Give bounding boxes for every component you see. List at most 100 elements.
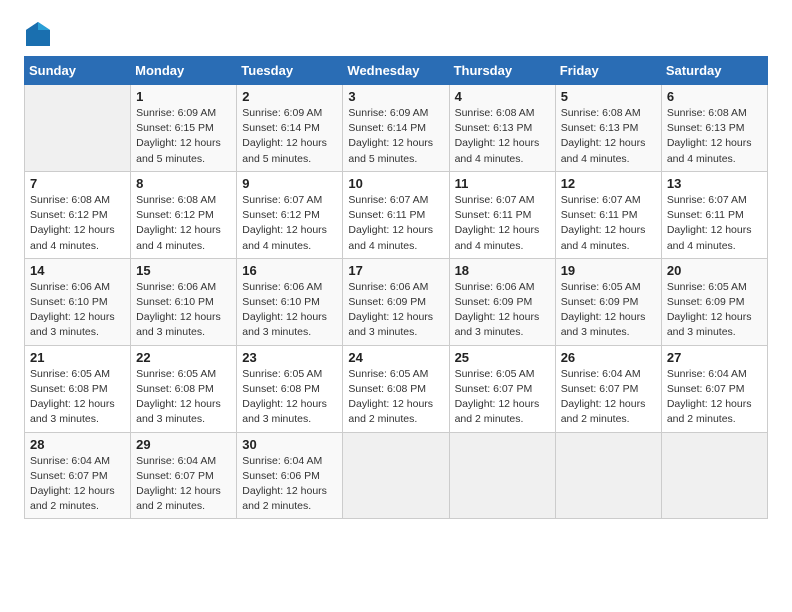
daylight-text: Daylight: 12 hours and 4 minutes. [30, 223, 125, 253]
day-number: 7 [30, 176, 125, 191]
sunrise-text: Sunrise: 6:04 AM [136, 454, 231, 469]
sunset-text: Sunset: 6:09 PM [455, 295, 550, 310]
header-row: SundayMondayTuesdayWednesdayThursdayFrid… [25, 57, 768, 85]
daylight-text: Daylight: 12 hours and 4 minutes. [136, 223, 231, 253]
day-number: 27 [667, 350, 762, 365]
sunrise-text: Sunrise: 6:09 AM [136, 106, 231, 121]
sunrise-text: Sunrise: 6:05 AM [455, 367, 550, 382]
sunrise-text: Sunrise: 6:04 AM [30, 454, 125, 469]
sunset-text: Sunset: 6:12 PM [242, 208, 337, 223]
page-header [24, 20, 768, 48]
sunset-text: Sunset: 6:08 PM [30, 382, 125, 397]
sunset-text: Sunset: 6:09 PM [561, 295, 656, 310]
sunrise-text: Sunrise: 6:04 AM [242, 454, 337, 469]
calendar-cell: 23Sunrise: 6:05 AMSunset: 6:08 PMDayligh… [237, 345, 343, 432]
daylight-text: Daylight: 12 hours and 3 minutes. [667, 310, 762, 340]
day-detail: Sunrise: 6:05 AMSunset: 6:09 PMDaylight:… [667, 280, 762, 341]
sunset-text: Sunset: 6:11 PM [561, 208, 656, 223]
sunrise-text: Sunrise: 6:04 AM [561, 367, 656, 382]
calendar-cell: 30Sunrise: 6:04 AMSunset: 6:06 PMDayligh… [237, 432, 343, 519]
calendar-cell: 28Sunrise: 6:04 AMSunset: 6:07 PMDayligh… [25, 432, 131, 519]
daylight-text: Daylight: 12 hours and 3 minutes. [136, 397, 231, 427]
day-detail: Sunrise: 6:06 AMSunset: 6:10 PMDaylight:… [136, 280, 231, 341]
calendar-cell: 17Sunrise: 6:06 AMSunset: 6:09 PMDayligh… [343, 258, 449, 345]
calendar-cell: 22Sunrise: 6:05 AMSunset: 6:08 PMDayligh… [131, 345, 237, 432]
sunrise-text: Sunrise: 6:09 AM [242, 106, 337, 121]
calendar-cell: 29Sunrise: 6:04 AMSunset: 6:07 PMDayligh… [131, 432, 237, 519]
daylight-text: Daylight: 12 hours and 3 minutes. [136, 310, 231, 340]
sunrise-text: Sunrise: 6:09 AM [348, 106, 443, 121]
sunset-text: Sunset: 6:06 PM [242, 469, 337, 484]
sunrise-text: Sunrise: 6:05 AM [136, 367, 231, 382]
sunset-text: Sunset: 6:13 PM [455, 121, 550, 136]
daylight-text: Daylight: 12 hours and 2 minutes. [242, 484, 337, 514]
day-header-saturday: Saturday [661, 57, 767, 85]
sunrise-text: Sunrise: 6:08 AM [136, 193, 231, 208]
day-number: 1 [136, 89, 231, 104]
day-number: 13 [667, 176, 762, 191]
calendar-cell [661, 432, 767, 519]
day-number: 4 [455, 89, 550, 104]
sunrise-text: Sunrise: 6:05 AM [242, 367, 337, 382]
daylight-text: Daylight: 12 hours and 3 minutes. [455, 310, 550, 340]
sunrise-text: Sunrise: 6:07 AM [667, 193, 762, 208]
calendar-cell: 1 Sunrise: 6:09 AMSunset: 6:15 PMDaylight… [131, 85, 237, 172]
day-detail: Sunrise: 6:07 AMSunset: 6:12 PMDaylight:… [242, 193, 337, 254]
day-number: 15 [136, 263, 231, 278]
day-detail: Sunrise: 6:07 AMSunset: 6:11 PMDaylight:… [667, 193, 762, 254]
calendar-cell [555, 432, 661, 519]
day-number: 19 [561, 263, 656, 278]
day-detail: Sunrise: 6:04 AMSunset: 6:06 PMDaylight:… [242, 454, 337, 515]
calendar-cell: 25 Sunrise: 6:05 AMSunset: 6:07 PMDayligh… [449, 345, 555, 432]
calendar-cell: 7Sunrise: 6:08 AMSunset: 6:12 PMDaylight… [25, 171, 131, 258]
day-detail: Sunrise: 6:05 AMSunset: 6:08 PMDaylight:… [348, 367, 443, 428]
sunset-text: Sunset: 6:08 PM [242, 382, 337, 397]
day-number: 3 [348, 89, 443, 104]
week-row: 21Sunrise: 6:05 AMSunset: 6:08 PMDayligh… [25, 345, 768, 432]
sunset-text: Sunset: 6:07 PM [455, 382, 550, 397]
sunrise-text: Sunrise: 6:08 AM [561, 106, 656, 121]
calendar-cell: 10Sunrise: 6:07 AMSunset: 6:11 PMDayligh… [343, 171, 449, 258]
day-detail: Sunrise: 6:07 AMSunset: 6:11 PMDaylight:… [455, 193, 550, 254]
day-detail: Sunrise: 6:07 AMSunset: 6:11 PMDaylight:… [348, 193, 443, 254]
daylight-text: Daylight: 12 hours and 2 minutes. [30, 484, 125, 514]
day-number: 24 [348, 350, 443, 365]
sunset-text: Sunset: 6:10 PM [30, 295, 125, 310]
sunset-text: Sunset: 6:10 PM [136, 295, 231, 310]
daylight-text: Daylight: 12 hours and 4 minutes. [242, 223, 337, 253]
day-number: 16 [242, 263, 337, 278]
day-header-friday: Friday [555, 57, 661, 85]
sunrise-text: Sunrise: 6:08 AM [667, 106, 762, 121]
day-detail: Sunrise: 6:05 AMSunset: 6:07 PMDaylight:… [455, 367, 550, 428]
sunrise-text: Sunrise: 6:07 AM [348, 193, 443, 208]
sunrise-text: Sunrise: 6:06 AM [455, 280, 550, 295]
calendar-cell [343, 432, 449, 519]
week-row: 28Sunrise: 6:04 AMSunset: 6:07 PMDayligh… [25, 432, 768, 519]
daylight-text: Daylight: 12 hours and 5 minutes. [242, 136, 337, 166]
calendar-cell: 21Sunrise: 6:05 AMSunset: 6:08 PMDayligh… [25, 345, 131, 432]
daylight-text: Daylight: 12 hours and 4 minutes. [561, 136, 656, 166]
day-number: 14 [30, 263, 125, 278]
daylight-text: Daylight: 12 hours and 3 minutes. [242, 397, 337, 427]
day-header-thursday: Thursday [449, 57, 555, 85]
sunset-text: Sunset: 6:15 PM [136, 121, 231, 136]
day-number: 6 [667, 89, 762, 104]
daylight-text: Daylight: 12 hours and 4 minutes. [348, 223, 443, 253]
week-row: 7Sunrise: 6:08 AMSunset: 6:12 PMDaylight… [25, 171, 768, 258]
daylight-text: Daylight: 12 hours and 3 minutes. [30, 397, 125, 427]
day-number: 17 [348, 263, 443, 278]
daylight-text: Daylight: 12 hours and 4 minutes. [455, 136, 550, 166]
day-detail: Sunrise: 6:05 AMSunset: 6:08 PMDaylight:… [242, 367, 337, 428]
day-detail: Sunrise: 6:08 AMSunset: 6:13 PMDaylight:… [667, 106, 762, 167]
daylight-text: Daylight: 12 hours and 2 minutes. [455, 397, 550, 427]
day-number: 25 [455, 350, 550, 365]
calendar-cell [449, 432, 555, 519]
day-header-sunday: Sunday [25, 57, 131, 85]
sunset-text: Sunset: 6:12 PM [136, 208, 231, 223]
daylight-text: Daylight: 12 hours and 4 minutes. [667, 136, 762, 166]
day-detail: Sunrise: 6:09 AMSunset: 6:15 PMDaylight:… [136, 106, 231, 167]
daylight-text: Daylight: 12 hours and 2 minutes. [136, 484, 231, 514]
sunrise-text: Sunrise: 6:05 AM [667, 280, 762, 295]
day-detail: Sunrise: 6:06 AMSunset: 6:10 PMDaylight:… [242, 280, 337, 341]
day-detail: Sunrise: 6:09 AMSunset: 6:14 PMDaylight:… [348, 106, 443, 167]
